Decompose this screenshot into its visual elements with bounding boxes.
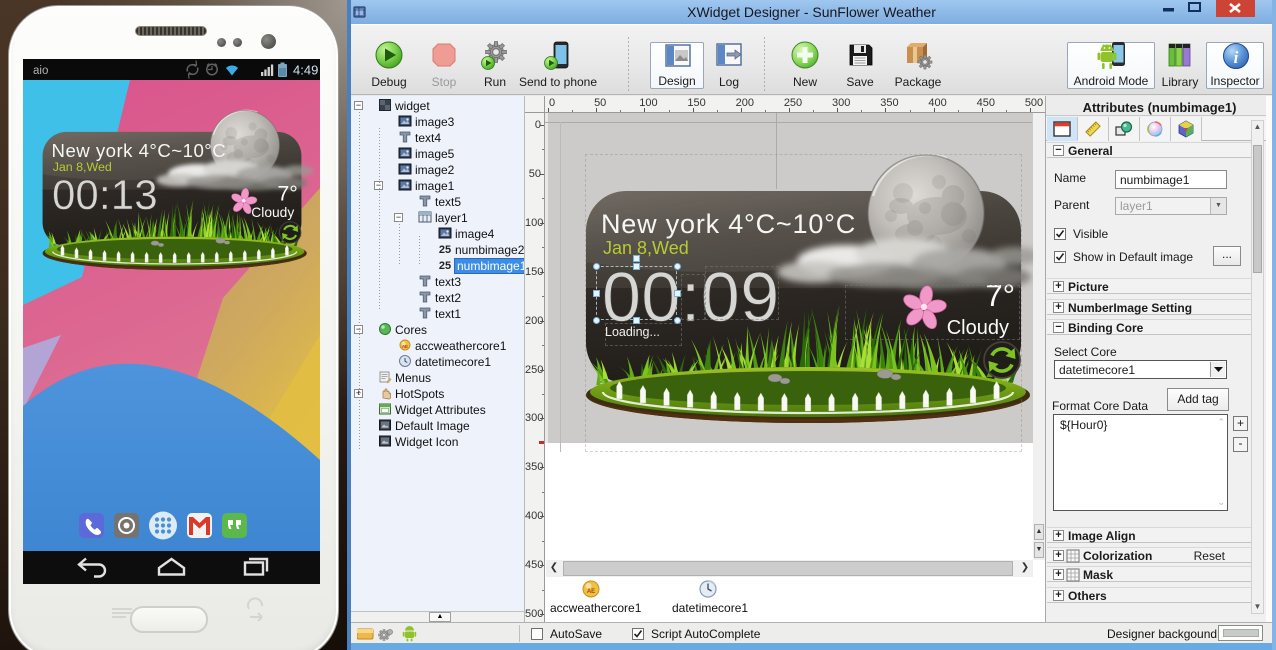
- svg-text:00:13: 00:13: [52, 171, 158, 218]
- svg-text:7°: 7°: [277, 181, 297, 205]
- svg-text:i: i: [1234, 48, 1239, 67]
- svg-text:New york 4°C~10°C: New york 4°C~10°C: [52, 140, 227, 161]
- svg-text:4:49: 4:49: [293, 63, 318, 78]
- svg-text:aio: aio: [33, 65, 48, 77]
- svg-text:AE: AE: [587, 589, 595, 595]
- svg-text:Cloudy: Cloudy: [251, 205, 294, 220]
